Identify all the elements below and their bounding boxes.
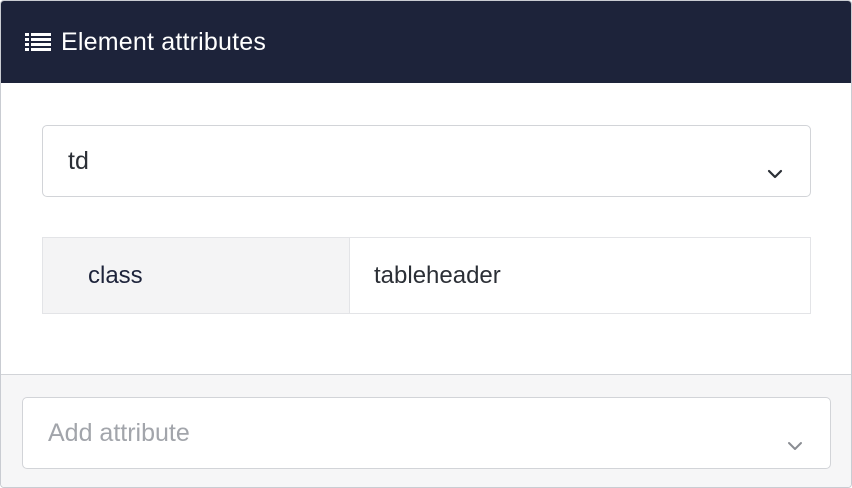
chevron-down-icon (767, 157, 783, 179)
attribute-name: class (43, 238, 350, 313)
chevron-down-icon (787, 429, 803, 450)
element-select[interactable]: td (42, 125, 811, 197)
add-attribute-select[interactable]: Add attribute (22, 397, 831, 469)
add-attribute-placeholder: Add attribute (48, 418, 190, 447)
attribute-value-field[interactable]: tableheader (350, 238, 810, 313)
attribute-row: class tableheader (42, 237, 811, 314)
panel-footer: Add attribute (1, 374, 851, 487)
panel-title: Element attributes (61, 27, 267, 56)
element-select-value: td (68, 146, 89, 175)
panel-header: Element attributes (1, 1, 851, 83)
element-attributes-panel: Element attributes td class tableheader … (0, 0, 852, 488)
list-icon (25, 32, 51, 52)
